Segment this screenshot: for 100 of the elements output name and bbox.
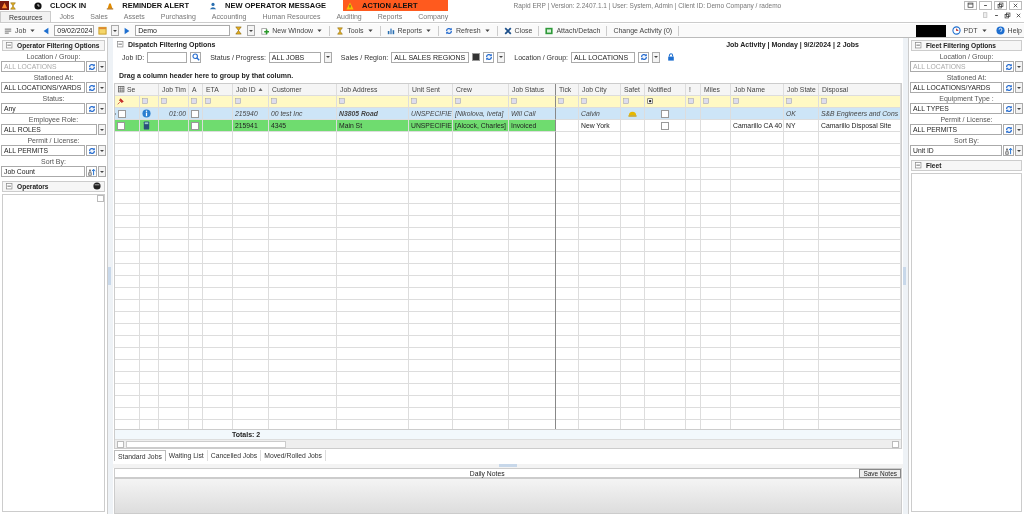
refresh-button[interactable] [86,82,97,93]
dropdown-button[interactable] [98,145,106,156]
sort-icon [1004,146,1013,155]
row-checkbox[interactable] [191,109,199,118]
filter-icon [339,98,346,105]
filter-icon [647,98,654,105]
dropdown-button[interactable] [323,51,332,63]
refresh-button[interactable] [1003,124,1014,135]
close-icon [1012,2,1019,9]
filter-icon [821,98,828,105]
filter-icon [688,98,695,105]
row-checkbox[interactable] [117,121,125,130]
dropdown-button[interactable] [98,166,106,177]
next-icon [123,26,132,35]
job-id-field[interactable] [147,51,188,63]
refresh-icon [87,62,96,71]
dropdown-button[interactable] [1015,82,1023,93]
filter-icon [455,98,462,105]
pin-icon [117,98,124,105]
dropdown-button[interactable] [1015,124,1023,135]
horizontal-scrollbar[interactable] [115,439,901,448]
filter-icon [271,98,278,105]
window-icon [545,26,554,35]
scroll-left-button[interactable] [117,440,124,448]
collapse-icon [6,183,13,190]
refresh-button[interactable] [1003,61,1014,72]
minimize-button[interactable] [979,1,992,10]
refresh-button[interactable] [86,103,97,114]
refresh-icon [1004,62,1013,71]
filter-icon [411,98,418,105]
search-button[interactable] [190,51,202,63]
collapse-icon [6,42,13,49]
dropdown-button[interactable] [98,124,106,135]
filter-icon [786,98,793,105]
checkbox[interactable] [472,53,481,61]
scroll-up-button[interactable] [97,195,104,202]
layout-icon [967,2,974,9]
dropdown-button[interactable] [98,82,106,93]
dropdown-button[interactable] [1015,145,1023,156]
sort-button[interactable] [1003,145,1014,156]
filter-icon [623,98,630,105]
dropdown-button[interactable] [247,25,256,36]
refresh-button[interactable] [638,51,649,63]
hard-hat-icon [628,109,637,118]
close-button[interactable] [1009,1,1022,10]
dropdown-button[interactable] [98,103,106,114]
refresh-button[interactable] [1003,103,1014,114]
filter-icon [511,98,518,105]
refresh-icon [445,26,453,35]
sort-icon [87,167,96,176]
refresh-icon [87,83,96,92]
warning-icon [346,1,355,10]
refresh-icon [484,53,493,61]
refresh-icon [87,146,96,155]
filter-icon [235,98,242,105]
refresh-button[interactable] [483,51,495,63]
row-checkbox[interactable] [191,121,199,130]
refresh-icon [87,104,96,113]
refresh-icon [1004,104,1013,113]
dropdown-button[interactable] [111,25,120,36]
filter-icon [703,98,710,105]
grid-icon [118,86,125,93]
row-checkbox[interactable] [661,109,669,118]
refresh-icon [1004,83,1013,92]
calendar-icon [98,26,108,35]
close-icon [1015,12,1022,19]
app-logo-icon [0,1,9,10]
refresh-button[interactable] [86,61,97,72]
row-checkbox[interactable] [661,121,669,130]
search-icon [191,53,200,61]
scroll-right-button[interactable] [892,440,899,448]
filter-icon [733,98,740,105]
filter-icon [581,98,588,105]
collapse-icon [915,162,922,169]
refresh-button[interactable] [86,145,97,156]
dropdown-button[interactable] [1015,103,1023,114]
caret-icon [980,27,988,34]
refresh-button[interactable] [1003,82,1014,93]
dropdown-button[interactable] [1015,61,1023,72]
row-checkbox[interactable] [118,109,126,118]
filter-icon [161,98,168,105]
filter-icon [558,98,565,105]
filter-row[interactable] [115,96,901,108]
restore-button[interactable] [994,1,1007,10]
dropdown-button[interactable] [497,51,506,63]
refresh-icon [639,53,648,61]
dropdown-button[interactable] [98,61,106,72]
hourglass-icon [234,26,244,35]
ball-icon [93,182,101,190]
collapse-icon [915,42,922,49]
layout-button[interactable] [964,1,977,10]
sort-button[interactable] [86,166,97,177]
bar-chart-icon [386,26,395,35]
previous-icon [42,26,51,35]
filter-icon [142,98,149,105]
dropdown-button[interactable] [652,51,660,63]
close-icon [503,26,512,35]
list-icon [4,26,12,35]
hourglass-icon [9,1,17,10]
calculator-icon [142,121,151,130]
